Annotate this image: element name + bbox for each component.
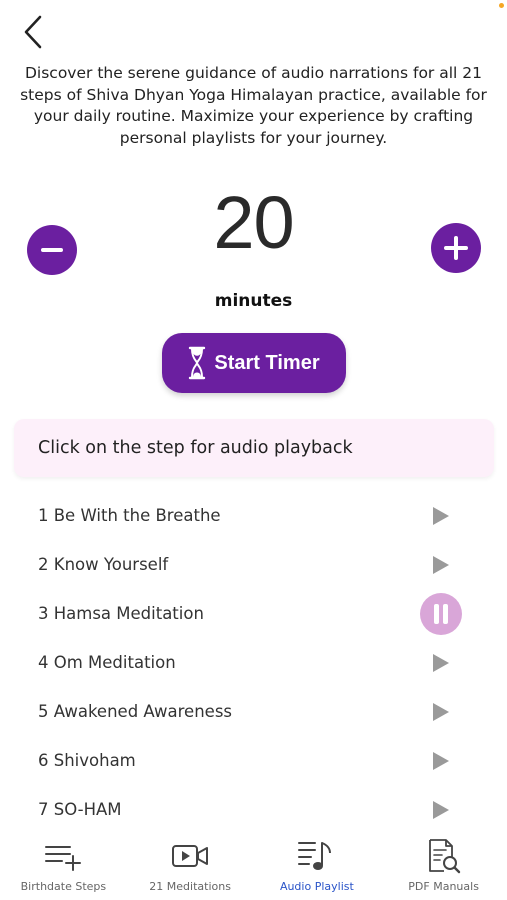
document-search-icon bbox=[428, 839, 460, 874]
increase-button[interactable] bbox=[431, 223, 481, 273]
play-icon bbox=[433, 653, 449, 672]
step-row[interactable]: 3 Hamsa Meditation bbox=[0, 589, 507, 638]
playback-hint: Click on the step for audio playback bbox=[14, 419, 494, 477]
play-button[interactable] bbox=[420, 642, 462, 684]
nav-label: PDF Manuals bbox=[408, 880, 479, 893]
step-label: 3 Hamsa Meditation bbox=[38, 604, 204, 623]
plus-icon bbox=[444, 236, 468, 260]
step-row[interactable]: 4 Om Meditation bbox=[0, 638, 507, 687]
audio-step-list: 1 Be With the Breathe 2 Know Yourself 3 … bbox=[0, 491, 507, 834]
nav-label: Birthdate Steps bbox=[20, 880, 107, 893]
decrease-button[interactable] bbox=[27, 225, 77, 275]
nav-label: Audio Playlist bbox=[279, 880, 354, 893]
intro-text: Discover the serene guidance of audio na… bbox=[20, 64, 487, 147]
play-button[interactable] bbox=[420, 495, 462, 537]
pause-icon bbox=[434, 603, 448, 624]
step-row[interactable]: 7 SO-HAM bbox=[0, 785, 507, 834]
play-icon bbox=[433, 702, 449, 721]
step-row[interactable]: 2 Know Yourself bbox=[0, 540, 507, 589]
step-label: 1 Be With the Breathe bbox=[38, 506, 221, 525]
step-label: 4 Om Meditation bbox=[38, 653, 176, 672]
back-button[interactable] bbox=[18, 14, 48, 50]
play-button[interactable] bbox=[420, 691, 462, 733]
timer-unit-label: minutes bbox=[214, 291, 293, 311]
play-button[interactable] bbox=[420, 544, 462, 586]
nav-21-meditations[interactable]: 21 Meditations bbox=[127, 836, 254, 900]
bottom-navigation: Birthdate Steps 21 Meditations Audio Pla… bbox=[0, 836, 507, 900]
play-icon bbox=[433, 555, 449, 574]
nav-audio-playlist[interactable]: Audio Playlist bbox=[254, 836, 381, 900]
nav-label: 21 Meditations bbox=[149, 880, 231, 893]
play-icon bbox=[433, 506, 449, 525]
music-list-icon bbox=[297, 842, 331, 870]
step-label: 5 Awakened Awareness bbox=[38, 702, 233, 721]
play-icon bbox=[433, 751, 449, 770]
timer-counter: 20 bbox=[0, 180, 507, 300]
step-label: 2 Know Yourself bbox=[38, 555, 169, 574]
step-label: 6 Shivoham bbox=[38, 751, 136, 770]
status-indicator-dot bbox=[499, 3, 504, 8]
start-timer-button[interactable]: Start Timer bbox=[162, 333, 346, 393]
playlist-add-icon bbox=[45, 846, 82, 871]
pause-button[interactable] bbox=[420, 592, 462, 635]
step-label: 7 SO-HAM bbox=[38, 800, 122, 819]
play-button[interactable] bbox=[420, 740, 462, 782]
video-icon bbox=[172, 845, 209, 867]
nav-pdf-manuals[interactable]: PDF Manuals bbox=[380, 836, 507, 900]
hourglass-icon bbox=[189, 346, 206, 380]
play-icon bbox=[433, 800, 449, 819]
nav-birthdate-steps[interactable]: Birthdate Steps bbox=[0, 836, 127, 900]
chevron-left-icon bbox=[24, 15, 42, 49]
minus-icon bbox=[41, 248, 63, 252]
step-row[interactable]: 1 Be With the Breathe bbox=[0, 491, 507, 540]
start-timer-label: Start Timer bbox=[214, 351, 320, 374]
step-row[interactable]: 6 Shivoham bbox=[0, 736, 507, 785]
play-button[interactable] bbox=[420, 789, 462, 831]
step-row[interactable]: 5 Awakened Awareness bbox=[0, 687, 507, 736]
